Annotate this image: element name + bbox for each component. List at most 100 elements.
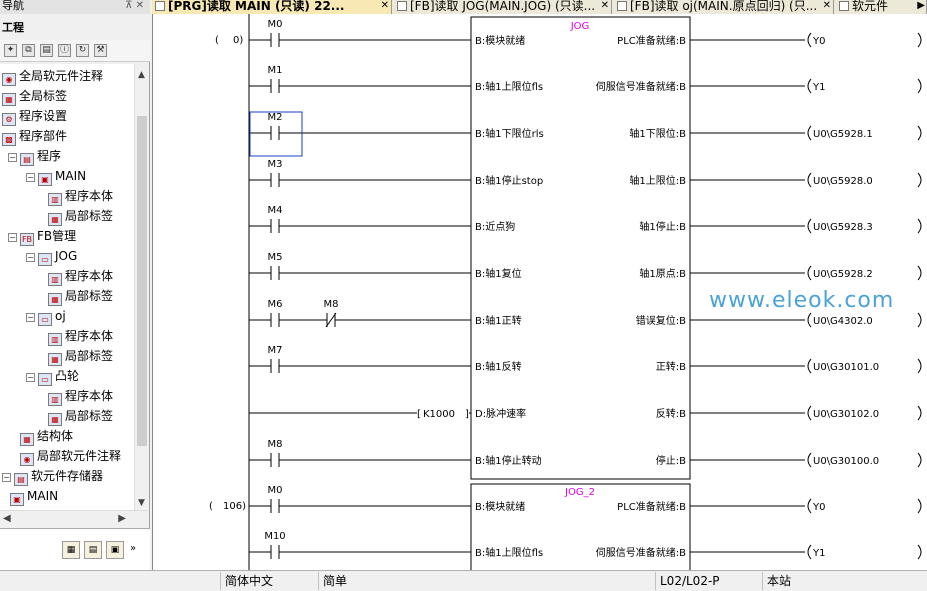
- copy-icon[interactable]: ⧉: [22, 44, 35, 57]
- navigation-toolbar: ✦ ⧉ ▤ ⓘ ↻ ⚒: [0, 40, 150, 62]
- tree-item[interactable]: ▥ 程序本体: [48, 187, 113, 206]
- connection-icon[interactable]: ▣: [106, 541, 124, 559]
- scroll-left-icon[interactable]: ◀: [3, 513, 11, 524]
- fb-input-label: B:模块就绪: [475, 500, 525, 513]
- tree-item[interactable]: ▣ MAIN: [10, 487, 58, 506]
- ladder-editor[interactable]: (0) (106) JOG JOG_2 M0 B:模块就绪 PLC准备就绪:B Y0 M1 B:轴…: [152, 14, 927, 570]
- tree-item-label: 全局软元件注释: [19, 69, 104, 83]
- tree-horizontal-scrollbar[interactable]: ◀ ▶: [0, 510, 148, 528]
- tree-item[interactable]: ▥ 程序本体: [48, 267, 114, 286]
- refresh-icon[interactable]: ↻: [76, 44, 89, 57]
- scroll-up-icon[interactable]: ▲: [138, 70, 145, 80]
- coil-label: U0\G4302.0: [813, 316, 873, 327]
- property-icon[interactable]: ⓘ: [58, 44, 71, 57]
- constant-bracket: [: [417, 409, 421, 420]
- collapse-toggle-icon[interactable]: −: [2, 473, 11, 482]
- collapse-toggle-icon[interactable]: −: [8, 233, 17, 242]
- coil-label: Y0: [812, 36, 825, 47]
- tree-item[interactable]: − ▭ JOG: [26, 247, 77, 266]
- document-tab-bar: [PRG]读取 MAIN (只读) 22... ✕ [FB]读取 JOG(MAIN.…: [152, 0, 927, 14]
- scroll-thumb[interactable]: [137, 116, 147, 446]
- contact-label: M0: [268, 19, 283, 30]
- new-icon[interactable]: ✦: [4, 44, 17, 57]
- close-tab-icon[interactable]: ✕: [823, 0, 831, 12]
- tree-item-label: 程序设置: [19, 109, 68, 123]
- label-icon: ▦: [2, 93, 16, 106]
- coil-right: [917, 172, 922, 188]
- pin-close-icon[interactable]: ⊼ ✕: [125, 0, 144, 12]
- scroll-down-icon[interactable]: ▼: [138, 498, 145, 508]
- project-header: 工程: [0, 14, 150, 42]
- watermark-text: www.eleok.com: [709, 288, 894, 313]
- more-views-icon[interactable]: »: [130, 543, 136, 554]
- tree-item[interactable]: ▦ 局部标签: [48, 347, 114, 366]
- contact-label: M2: [268, 112, 283, 123]
- local-label-icon: ▦: [48, 353, 62, 366]
- tree-item[interactable]: − ▭ oj: [26, 307, 66, 326]
- collapse-toggle-icon[interactable]: −: [26, 313, 35, 322]
- collapse-toggle-icon[interactable]: −: [26, 253, 35, 262]
- tree-item[interactable]: ▥ 程序本体: [48, 387, 114, 406]
- tree-item[interactable]: ▦ 局部标签: [48, 287, 113, 306]
- tree-item[interactable]: ▦ 局部标签: [48, 407, 113, 426]
- program-body-icon: ▥: [48, 333, 62, 346]
- tree-item-label: 结构体: [37, 429, 74, 443]
- coil-label: U0\G5928.1: [813, 129, 873, 140]
- tree-item[interactable]: ▦ 局部标签: [48, 207, 113, 226]
- navigation-pane: 导航 ⊼ ✕ 工程 ✦ ⧉ ▤ ⓘ ↻ ⚒ ◉ 全局软元件注释 ▦ 全局标签 ⚙ 程序设置 ▩ 程序部件…: [0, 0, 150, 570]
- tab-scroll-icon[interactable]: ▶: [917, 0, 925, 11]
- tree-item[interactable]: − FB FB管理: [8, 227, 76, 246]
- fb-input-label: B:轴1上限位fls: [475, 80, 543, 93]
- tab-document[interactable]: [FB]读取 oj(MAIN.原点回归) (只... ✕: [614, 0, 834, 14]
- step-number: (: [215, 35, 219, 46]
- tab-document[interactable]: 软元件: [836, 0, 927, 14]
- user-library-icon[interactable]: ▤: [84, 541, 102, 559]
- collapse-toggle-icon[interactable]: −: [8, 153, 17, 162]
- status-bar: 简体中文 简单 L02/L02-P 本站: [0, 570, 927, 591]
- tab-document[interactable]: [PRG]读取 MAIN (只读) 22... ✕: [152, 0, 392, 14]
- coil-left: [807, 32, 812, 48]
- tree-item-label: 程序本体: [65, 389, 114, 403]
- coil-right: [917, 452, 922, 468]
- close-tab-icon[interactable]: ✕: [381, 0, 389, 12]
- fb-instance-name: JOG: [570, 21, 590, 32]
- tab-label: [FB]读取 JOG(MAIN.JOG) (只读...: [410, 0, 596, 13]
- tree-item[interactable]: ▥ 程序本体: [48, 327, 113, 346]
- tree-item[interactable]: ◉ 局部软元件注释: [20, 447, 121, 466]
- local-label-icon: ▦: [48, 213, 62, 226]
- close-tab-icon[interactable]: ✕: [601, 0, 609, 12]
- program-body-icon: ▥: [48, 193, 62, 206]
- fb-input-label: B:模块就绪: [475, 34, 525, 47]
- project-view-icon[interactable]: ▦: [62, 541, 80, 559]
- scroll-right-icon[interactable]: ▶: [118, 513, 126, 524]
- tree-item[interactable]: ⚙ 程序设置: [2, 107, 68, 126]
- tree-item-label: 局部标签: [65, 349, 114, 363]
- tree-item[interactable]: ▦ 结构体: [20, 427, 74, 446]
- tree-vertical-scrollbar[interactable]: ▲ ▼: [134, 64, 148, 510]
- contact-label: M0: [268, 485, 283, 496]
- tree-item[interactable]: ▩ 程序部件: [2, 127, 67, 146]
- coil-left: [807, 218, 812, 234]
- fb-output-label: 伺服信号准备就绪:B: [596, 80, 686, 93]
- status-field: 简单: [318, 572, 655, 590]
- tree-item[interactable]: ◉ 全局软元件注释: [2, 67, 104, 86]
- collapse-toggle-icon[interactable]: −: [26, 373, 35, 382]
- tree-item[interactable]: ▦ 全局标签: [2, 87, 67, 106]
- navigation-title: 导航: [2, 0, 24, 12]
- paste-icon[interactable]: ▤: [40, 44, 53, 57]
- contact-label: M8: [324, 299, 339, 310]
- fb-input-label: B:轴1停止stop: [475, 174, 543, 187]
- tree-item[interactable]: − ▣ MAIN: [26, 167, 86, 186]
- document-icon: [839, 1, 849, 11]
- tree-item[interactable]: − ▤ 程序: [8, 147, 61, 166]
- tool-menu-icon[interactable]: ⚒: [94, 44, 107, 57]
- collapse-toggle-icon[interactable]: −: [26, 173, 35, 182]
- tree-item[interactable]: − ▤ 软元件存储器: [2, 467, 103, 486]
- tab-document[interactable]: [FB]读取 JOG(MAIN.JOG) (只读... ✕: [394, 0, 612, 14]
- tree-item-label: 程序本体: [65, 269, 114, 283]
- fb-icon: ▭: [38, 253, 52, 266]
- local-label-icon: ▦: [48, 413, 62, 426]
- coil-label: U0\G5928.2: [813, 269, 873, 280]
- tree-item[interactable]: − ▭ 凸轮: [26, 367, 79, 386]
- coil-left: [807, 265, 812, 281]
